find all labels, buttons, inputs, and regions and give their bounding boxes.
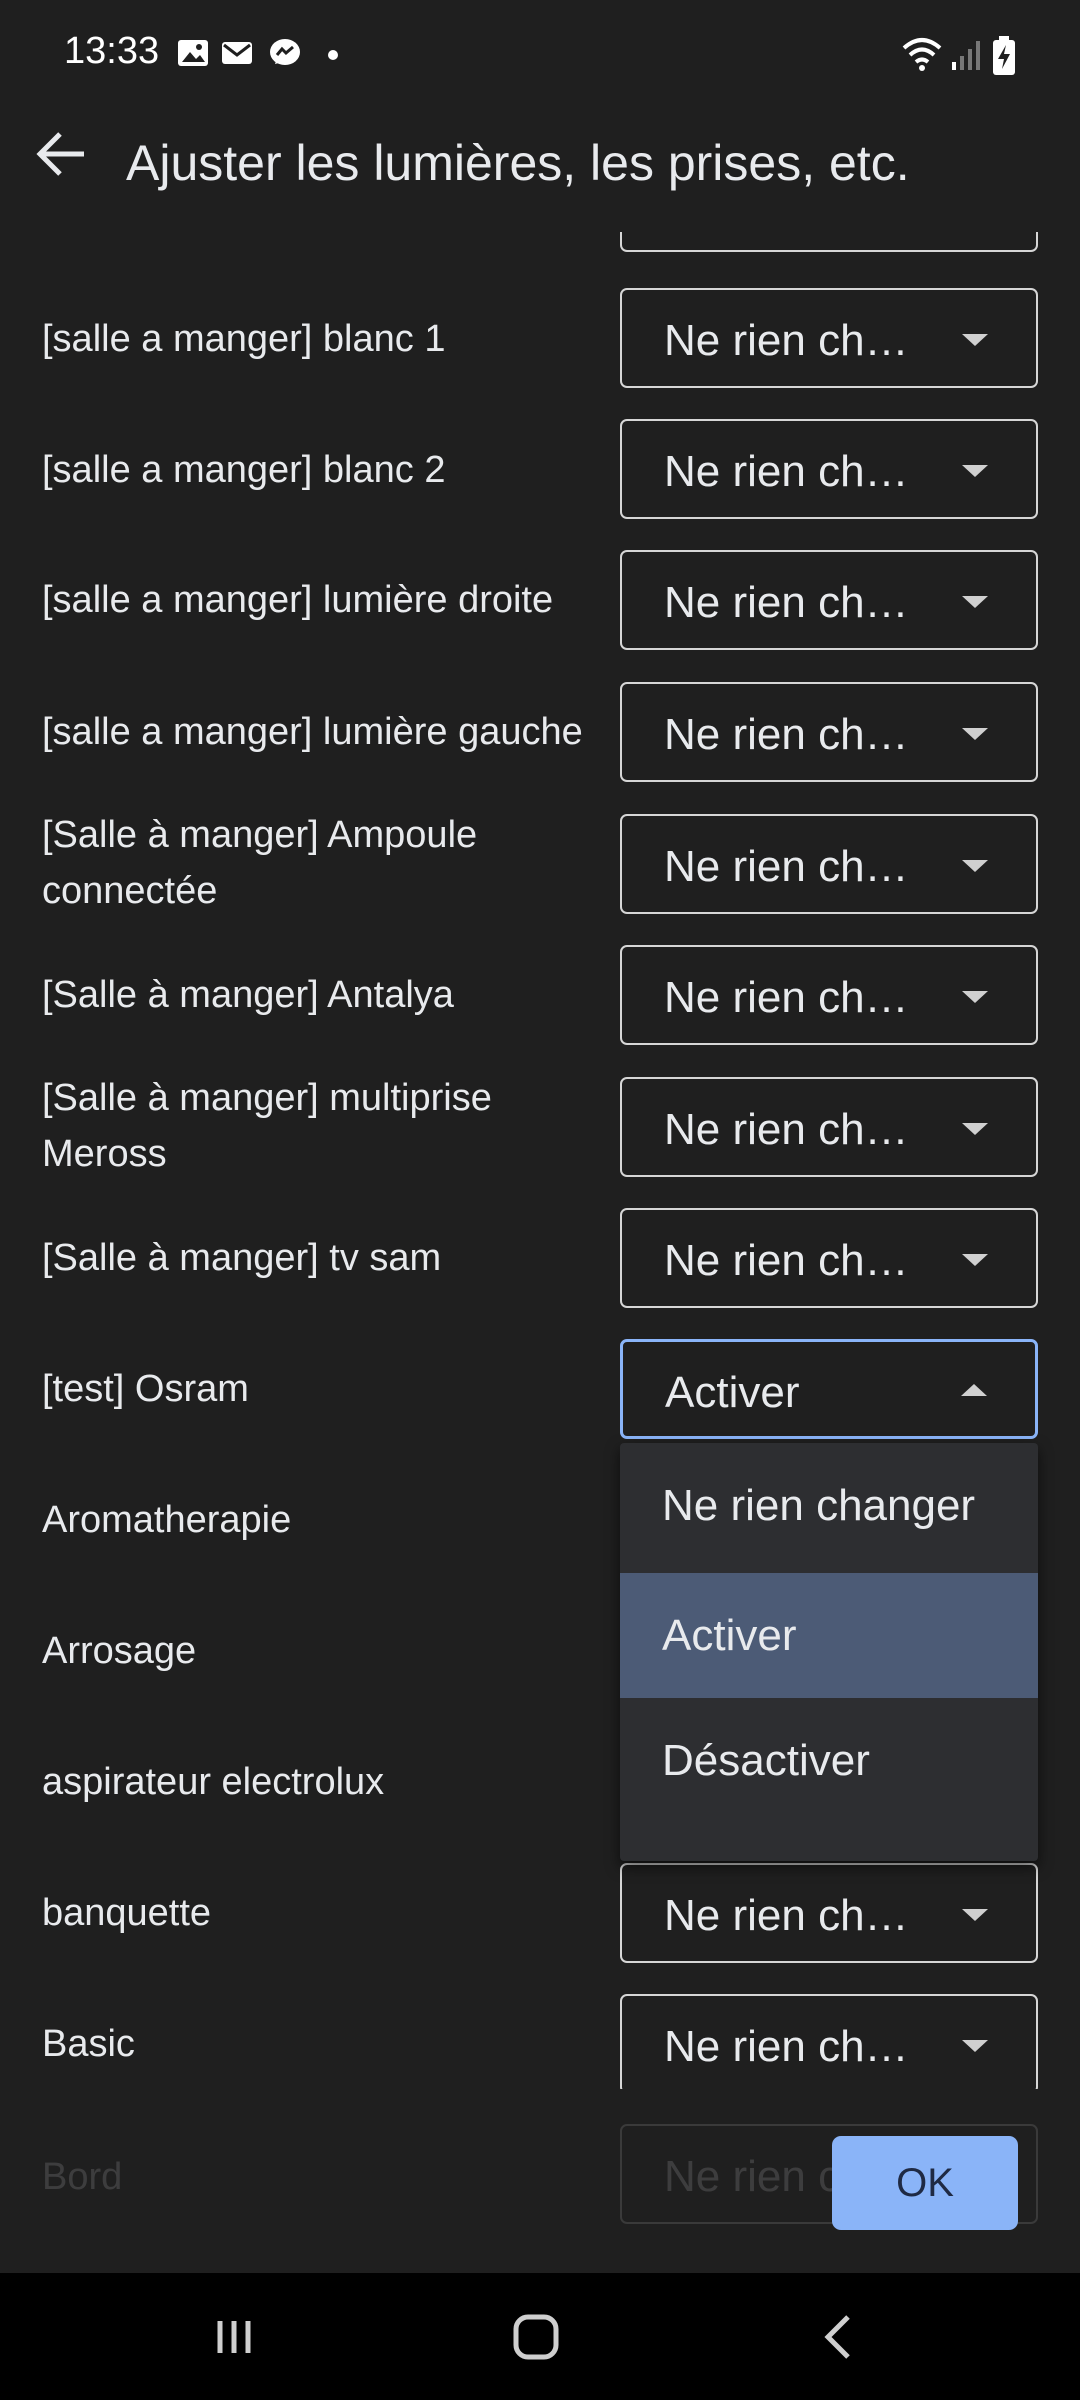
device-action-select[interactable]: Ne rien ch… <box>620 419 1038 519</box>
device-label: Arrosage <box>42 1630 197 1672</box>
dropdown-menu: Ne rien changer Activer Désactiver <box>620 1443 1038 1861</box>
dropdown-arrow-up-icon <box>961 1384 987 1396</box>
system-navigation-bar <box>0 2273 1080 2400</box>
device-action-select[interactable]: Ne rien ch… <box>620 288 1038 388</box>
dropdown-option[interactable]: Ne rien changer <box>620 1443 1038 1568</box>
device-label: [Salle à manger] tv sam <box>42 1237 442 1279</box>
page-title: Ajuster les lumières, les prises, etc. <box>126 135 910 191</box>
select-value: Ne rien ch… <box>664 710 909 759</box>
select-value: Ne rien ch… <box>664 447 909 496</box>
dropdown-arrow-icon <box>962 596 988 608</box>
device-list[interactable]: [salle a manger] blanc 1 Ne rien ch… [sa… <box>0 232 1080 2089</box>
device-action-select[interactable]: Ne rien ch… <box>620 814 1038 914</box>
device-action-select-open[interactable]: Activer <box>620 1339 1038 1439</box>
recent-apps-icon[interactable] <box>196 2297 276 2377</box>
device-label: [Salle à manger] Antalya <box>42 974 454 1016</box>
device-label: Basic <box>42 2023 135 2065</box>
device-action-select[interactable]: Ne rien ch… <box>620 682 1038 782</box>
device-label: Aromatherapie <box>42 1499 292 1541</box>
dropdown-option[interactable]: Désactiver <box>620 1698 1038 1823</box>
device-action-select[interactable]: Ne rien ch… <box>620 1208 1038 1308</box>
device-label: [Salle à manger] Ampoule connectée <box>42 814 478 912</box>
status-time: 13:33 <box>64 30 160 72</box>
dropdown-arrow-icon <box>962 2040 988 2052</box>
back-button[interactable] <box>32 122 96 186</box>
image-notification-icon <box>178 40 208 66</box>
mail-notification-icon <box>222 42 252 64</box>
signal-icon <box>952 41 980 70</box>
wifi-icon <box>902 38 942 71</box>
dropdown-arrow-icon <box>962 1909 988 1921</box>
dropdown-arrow-icon <box>962 860 988 872</box>
more-notifications-dot-icon <box>328 50 338 60</box>
dropdown-arrow-icon <box>962 334 988 346</box>
device-action-select[interactable]: Ne rien ch… <box>620 1863 1038 1963</box>
device-label: banquette <box>42 1892 212 1934</box>
device-action-select[interactable]: Ne rien ch… <box>620 945 1038 1045</box>
home-icon[interactable] <box>496 2297 576 2377</box>
device-action-select[interactable]: Ne rien ch… <box>620 1994 1038 2089</box>
faded-device-label: Bord <box>42 2156 123 2198</box>
device-action-select[interactable]: Ne rien ch… <box>620 550 1038 650</box>
device-action-select[interactable]: Ne rien ch… <box>620 1077 1038 1177</box>
select-value: Ne rien ch… <box>664 1236 909 1285</box>
select-value: Ne rien ch… <box>664 1105 909 1154</box>
select-value: Ne rien ch… <box>664 578 909 627</box>
device-label: [salle a manger] blanc 1 <box>42 318 446 360</box>
device-label: [salle a manger] blanc 2 <box>42 449 446 491</box>
back-nav-icon[interactable] <box>800 2297 880 2377</box>
select-value: Activer <box>665 1368 800 1417</box>
select-value: Ne rien ch… <box>664 842 909 891</box>
battery-charging-icon <box>993 36 1015 75</box>
select-value: Ne rien ch… <box>664 973 909 1022</box>
device-label: aspirateur electrolux <box>42 1761 385 1803</box>
ok-button[interactable]: OK <box>832 2136 1018 2230</box>
dropdown-option-selected[interactable]: Activer <box>620 1573 1038 1698</box>
dropdown-arrow-icon <box>962 728 988 740</box>
device-label: [test] Osram <box>42 1368 249 1410</box>
dropdown-arrow-icon <box>962 991 988 1003</box>
previous-device-select[interactable] <box>620 232 1038 252</box>
messenger-notification-icon <box>270 39 300 65</box>
select-value: Ne rien ch… <box>664 2022 909 2071</box>
select-value: Ne rien ch… <box>664 316 909 365</box>
device-label: [salle a manger] lumière droite <box>42 579 554 621</box>
device-label: [salle a manger] lumière gauche <box>42 711 583 753</box>
dropdown-arrow-icon <box>962 1254 988 1266</box>
select-value: Ne rien ch… <box>664 1891 909 1940</box>
dropdown-arrow-icon <box>962 465 988 477</box>
device-label: [Salle à manger] multiprise Meross <box>42 1077 492 1175</box>
dropdown-arrow-icon <box>962 1123 988 1135</box>
